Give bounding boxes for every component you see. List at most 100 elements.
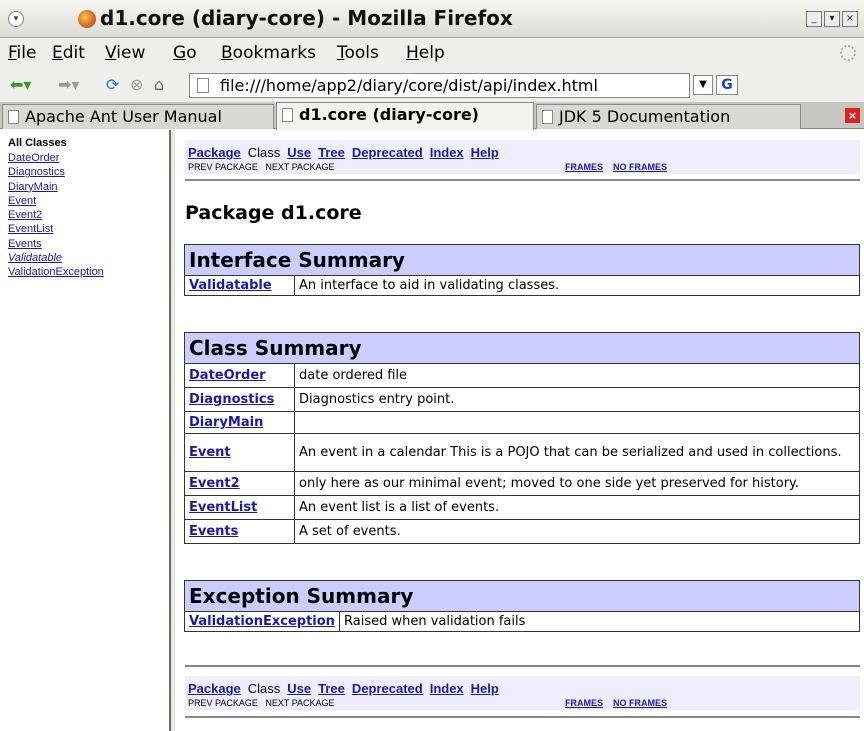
- table-row: Diagnostics Diagnostics entry point.: [184, 387, 860, 412]
- menu-file[interactable]: File: [8, 43, 36, 63]
- stop-icon[interactable]: ⊗: [130, 76, 143, 94]
- url-dropdown-icon[interactable]: ▼: [693, 75, 713, 95]
- menu-bar: File Edit View Go Bookmarks Tools Help: [0, 38, 864, 68]
- class-link-eventlist[interactable]: EventList: [189, 500, 257, 515]
- page-title: Package d1.core: [185, 202, 362, 224]
- tab-label: d1.core (diary-core): [299, 105, 479, 124]
- nav-tree-link[interactable]: Tree: [318, 145, 345, 160]
- menu-view[interactable]: View: [105, 43, 145, 63]
- nav-package-link[interactable]: Package: [188, 681, 241, 696]
- nav-deprecated-link[interactable]: Deprecated: [352, 681, 423, 696]
- table-row: Validatable An interface to aid in valid…: [184, 275, 860, 296]
- divider: [185, 179, 860, 181]
- close-icon[interactable]: ×: [842, 11, 858, 27]
- nav-class-label: Class: [247, 145, 281, 160]
- row-description: Diagnostics entry point.: [294, 387, 860, 412]
- nav-tree-link[interactable]: Tree: [318, 681, 345, 696]
- class-link-event2[interactable]: Event2: [8, 208, 104, 222]
- class-link-dateorder[interactable]: DateOrder: [189, 368, 266, 383]
- row-description: only here as our minimal event; moved to…: [294, 471, 860, 496]
- class-link-eventlist[interactable]: EventList: [8, 222, 104, 236]
- menu-edit[interactable]: Edit: [52, 43, 85, 63]
- table-row: EventList An event list is a list of eve…: [184, 495, 860, 520]
- exception-link-validationexception[interactable]: ValidationException: [189, 614, 335, 629]
- frames-link[interactable]: FRAMES: [565, 162, 603, 172]
- prev-package-label: PREV PACKAGE: [188, 698, 258, 708]
- nav-index-link[interactable]: Index: [430, 145, 464, 160]
- row-description: A set of events.: [294, 519, 860, 544]
- class-link-events[interactable]: Events: [8, 237, 104, 251]
- row-description: date ordered file: [294, 363, 860, 388]
- tab-label: JDK 5 Documentation: [559, 107, 731, 126]
- nav-help-link[interactable]: Help: [471, 681, 499, 696]
- row-description: An interface to aid in validating classe…: [294, 275, 860, 296]
- class-link-dateorder[interactable]: DateOrder: [8, 151, 104, 165]
- reload-icon[interactable]: ⟳: [106, 76, 119, 94]
- class-link-diagnostics[interactable]: Diagnostics: [189, 392, 274, 407]
- page-content: All Classes DateOrder Diagnostics DiaryM…: [0, 130, 864, 731]
- class-link-event[interactable]: Event: [189, 445, 231, 460]
- menu-go[interactable]: Go: [173, 43, 197, 63]
- forward-icon[interactable]: ➡▾: [58, 76, 79, 94]
- table-row: Events A set of events.: [184, 519, 860, 544]
- class-link-diagnostics[interactable]: Diagnostics: [8, 165, 104, 179]
- page-icon: [197, 78, 209, 93]
- nav-index-link[interactable]: Index: [430, 681, 464, 696]
- all-classes-frame[interactable]: All Classes DateOrder Diagnostics DiaryM…: [0, 130, 171, 731]
- divider: [185, 665, 860, 667]
- firefox-icon: [78, 10, 96, 28]
- class-link-validatable[interactable]: Validatable: [8, 251, 104, 265]
- maximize-icon[interactable]: ▾: [824, 11, 840, 27]
- tab-label: Apache Ant User Manual: [25, 107, 222, 126]
- nav-help-link[interactable]: Help: [471, 145, 499, 160]
- class-summary-heading: Class Summary: [184, 332, 860, 364]
- top-navbar: Package Class Use Tree Deprecated Index Help P…: [185, 140, 860, 174]
- menu-help[interactable]: Help: [406, 43, 445, 63]
- interface-summary-heading: Interface Summary: [184, 244, 860, 276]
- window-buttons: _ ▾ ×: [806, 11, 858, 27]
- class-link-validationexception[interactable]: ValidationException: [8, 265, 104, 279]
- no-frames-link[interactable]: NO FRAMES: [613, 698, 667, 708]
- page-icon: [542, 110, 553, 124]
- table-row: ValidationException Raised when validati…: [184, 611, 860, 632]
- class-link-diarymain[interactable]: DiaryMain: [189, 415, 263, 430]
- no-frames-link[interactable]: NO FRAMES: [613, 162, 667, 172]
- nav-class-label: Class: [247, 681, 281, 696]
- row-description: Raised when validation fails: [339, 611, 860, 632]
- next-package-label: NEXT PACKAGE: [265, 162, 335, 172]
- class-link-diarymain[interactable]: DiaryMain: [8, 180, 104, 194]
- tab-jdk-docs[interactable]: JDK 5 Documentation: [536, 104, 801, 129]
- class-link-events[interactable]: Events: [189, 524, 238, 539]
- interface-summary-table: Interface Summary Validatable An interfa…: [184, 244, 860, 296]
- nav-use-link[interactable]: Use: [287, 681, 311, 696]
- table-row: Event An event in a calendar This is a P…: [184, 433, 860, 472]
- url-bar[interactable]: file:///home/app2/diary/core/dist/api/in…: [189, 73, 690, 98]
- exception-summary-heading: Exception Summary: [184, 580, 860, 612]
- nav-deprecated-link[interactable]: Deprecated: [352, 145, 423, 160]
- url-text: file:///home/app2/diary/core/dist/api/in…: [220, 76, 598, 95]
- interface-link-validatable[interactable]: Validatable: [189, 278, 272, 293]
- exception-summary-table: Exception Summary ValidationException Ra…: [184, 580, 860, 632]
- tab-ant-manual[interactable]: Apache Ant User Manual: [2, 104, 274, 129]
- back-icon[interactable]: ⬅▾: [10, 76, 31, 94]
- tab-d1-core[interactable]: d1.core (diary-core): [276, 102, 534, 130]
- prev-package-label: PREV PACKAGE: [188, 162, 258, 172]
- bottom-navbar: Package Class Use Tree Deprecated Index Help P…: [185, 676, 860, 710]
- home-icon[interactable]: ⌂: [154, 76, 164, 94]
- google-search-icon[interactable]: G: [716, 75, 738, 95]
- frames-link[interactable]: FRAMES: [565, 698, 603, 708]
- all-classes-title: All Classes: [8, 137, 67, 149]
- menu-bookmarks[interactable]: Bookmarks: [221, 43, 316, 63]
- table-row: Event2 only here as our minimal event; m…: [184, 471, 860, 496]
- close-tab-icon[interactable]: ×: [845, 108, 860, 123]
- divider: [185, 716, 860, 718]
- next-package-label: NEXT PACKAGE: [265, 698, 335, 708]
- nav-use-link[interactable]: Use: [287, 145, 311, 160]
- minimize-icon[interactable]: _: [806, 11, 822, 27]
- class-link-event[interactable]: Event: [8, 194, 104, 208]
- menu-tools[interactable]: Tools: [337, 43, 379, 63]
- class-link-event2[interactable]: Event2: [189, 476, 240, 491]
- nav-package-link[interactable]: Package: [188, 145, 241, 160]
- window-menu-icon[interactable]: ▾: [8, 11, 24, 27]
- row-description: An event list is a list of events.: [294, 495, 860, 520]
